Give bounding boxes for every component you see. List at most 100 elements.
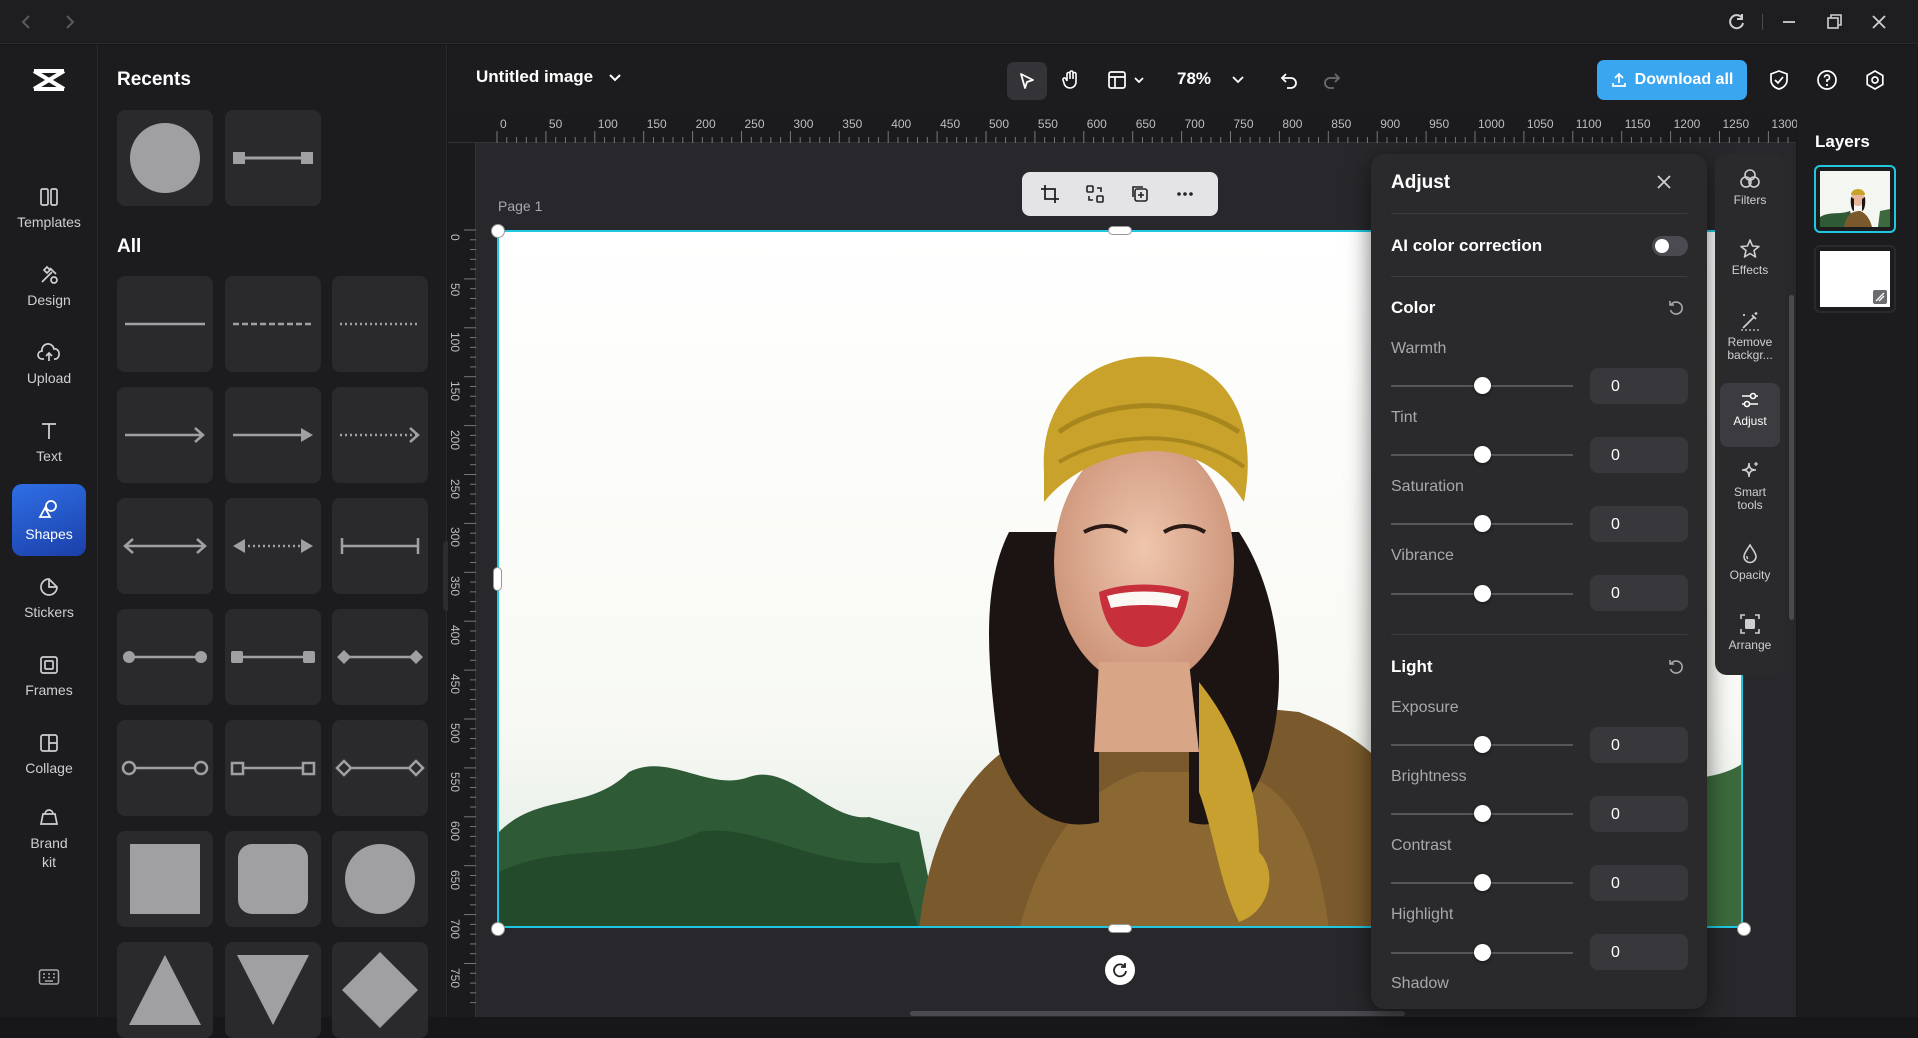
highlight-value-input[interactable]: 0 [1590, 934, 1688, 970]
tint-slider-knob[interactable] [1474, 446, 1491, 463]
tool-effects[interactable]: Effects [1720, 232, 1780, 296]
ruler-h-label: 1050 [1526, 117, 1554, 131]
contrast-slider-knob[interactable] [1474, 874, 1491, 891]
handle-bottom-right[interactable] [1737, 922, 1751, 936]
tool-opacity[interactable]: Opacity [1720, 537, 1780, 601]
shape-diamond-connector[interactable] [332, 609, 428, 705]
nav-design[interactable]: Design [12, 250, 86, 322]
shape-hollow-square-connector[interactable] [225, 720, 321, 816]
undo-icon[interactable] [1278, 69, 1300, 91]
shape-square-connector[interactable] [225, 609, 321, 705]
shape-solid-arrow[interactable] [225, 387, 321, 483]
ruler-v-label: 350 [448, 576, 462, 597]
saturation-slider-knob[interactable] [1474, 515, 1491, 532]
shape-dotted-double-arrow[interactable] [225, 498, 321, 594]
reset-icon[interactable] [1667, 658, 1685, 676]
tool-filters[interactable]: Filters [1720, 162, 1780, 226]
refresh-icon[interactable] [1727, 12, 1747, 32]
tint-value-input[interactable]: 0 [1590, 437, 1688, 473]
shape-hollow-dot-connector[interactable] [117, 720, 213, 816]
redo-icon[interactable] [1321, 69, 1343, 91]
handle-bottom-middle[interactable] [1108, 924, 1132, 933]
canvas-scrollbar-h[interactable] [910, 1011, 1405, 1016]
canvas-scrollbar-v[interactable] [1789, 295, 1794, 620]
crop-icon[interactable] [1040, 184, 1060, 204]
nav-stickers[interactable]: Stickers [12, 562, 86, 634]
tool-adjust-label: Adjust [1733, 414, 1767, 428]
shape-solid-line[interactable] [117, 276, 213, 372]
shape-circle[interactable] [332, 831, 428, 927]
nav-text[interactable]: Text [12, 406, 86, 478]
more-options-icon[interactable] [1175, 184, 1195, 204]
select-tool-button[interactable] [1007, 62, 1047, 100]
restore-icon[interactable] [1824, 12, 1844, 32]
shape-dotted-arrow[interactable] [332, 387, 428, 483]
keyboard-icon[interactable] [38, 968, 60, 986]
duplicate-icon[interactable] [1130, 184, 1150, 204]
shape-hollow-diamond-connector[interactable] [332, 720, 428, 816]
minimize-icon[interactable] [1779, 12, 1799, 32]
forward-icon[interactable] [60, 12, 80, 32]
shape-inverted-triangle[interactable] [225, 942, 321, 1038]
nav-collage[interactable]: Collage [12, 718, 86, 790]
nav-templates[interactable]: Templates [12, 172, 86, 244]
shape-rounded-square[interactable] [225, 831, 321, 927]
warmth-value-input[interactable]: 0 [1590, 368, 1688, 404]
tool-remove-background[interactable]: Remove backgr... [1720, 304, 1780, 376]
ruler-h-label: 550 [1037, 117, 1058, 131]
help-icon[interactable] [1816, 69, 1838, 91]
hand-tool-icon[interactable] [1060, 69, 1082, 91]
highlight-slider-knob[interactable] [1474, 944, 1491, 961]
handle-left-middle[interactable] [493, 567, 502, 591]
shape-bar-line[interactable] [332, 498, 428, 594]
nav-brand-kit[interactable]: Brand kit [12, 796, 86, 882]
vibrance-value-input[interactable]: 0 [1590, 575, 1688, 611]
ai-color-correction-toggle[interactable] [1652, 236, 1688, 256]
close-icon[interactable] [1654, 172, 1674, 192]
contrast-value-input[interactable]: 0 [1590, 865, 1688, 901]
tool-arrange[interactable]: Arrange [1720, 607, 1780, 671]
tool-adjust[interactable]: Adjust [1720, 383, 1780, 447]
nav-upload[interactable]: Upload [12, 328, 86, 400]
handle-bottom-left[interactable] [491, 922, 505, 936]
exposure-value-input[interactable]: 0 [1590, 727, 1688, 763]
brightness-value-input[interactable]: 0 [1590, 796, 1688, 832]
recent-shape-circle[interactable] [117, 110, 213, 206]
shield-icon[interactable] [1768, 69, 1790, 91]
shape-triangle[interactable] [117, 942, 213, 1038]
shape-dot-connector[interactable] [117, 609, 213, 705]
doc-title-button[interactable]: Untitled image [476, 67, 625, 87]
vibrance-slider-knob[interactable] [1474, 585, 1491, 602]
nav-shapes[interactable]: Shapes [12, 484, 86, 556]
shape-arrow[interactable] [117, 387, 213, 483]
shape-square[interactable] [117, 831, 213, 927]
saturation-value-input[interactable]: 0 [1590, 506, 1688, 542]
nav-templates-label: Templates [17, 214, 81, 230]
ruler-v-label: 650 [448, 869, 462, 890]
layer-thumb-photo[interactable] [1814, 165, 1896, 233]
close-window-icon[interactable] [1869, 12, 1889, 32]
recent-shape-square-connector[interactable] [225, 110, 321, 206]
exposure-slider-knob[interactable] [1474, 736, 1491, 753]
shape-dotted-line[interactable] [332, 276, 428, 372]
templates-icon [40, 188, 58, 206]
nav-frames[interactable]: Frames [12, 640, 86, 712]
capcut-logo-icon[interactable] [31, 65, 67, 95]
back-icon[interactable] [16, 12, 36, 32]
brightness-slider-knob[interactable] [1474, 805, 1491, 822]
rotate-handle[interactable] [1105, 955, 1135, 985]
tool-smart-tools[interactable]: Smart tools [1720, 454, 1780, 526]
shape-dashed-line[interactable] [225, 276, 321, 372]
zoom-control[interactable]: 78% [1177, 69, 1247, 89]
handle-top-middle[interactable] [1108, 226, 1132, 235]
shape-diamond[interactable] [332, 942, 428, 1038]
shape-double-arrow[interactable] [117, 498, 213, 594]
layout-menu-button[interactable] [1106, 69, 1146, 91]
handle-top-left[interactable] [491, 224, 505, 238]
download-all-button[interactable]: Download all [1597, 60, 1747, 100]
settings-gear-icon[interactable] [1864, 69, 1886, 91]
replace-icon[interactable] [1085, 184, 1105, 204]
warmth-slider-knob[interactable] [1474, 377, 1491, 394]
reset-icon[interactable] [1667, 299, 1685, 317]
layer-thumb-background[interactable] [1814, 245, 1896, 313]
